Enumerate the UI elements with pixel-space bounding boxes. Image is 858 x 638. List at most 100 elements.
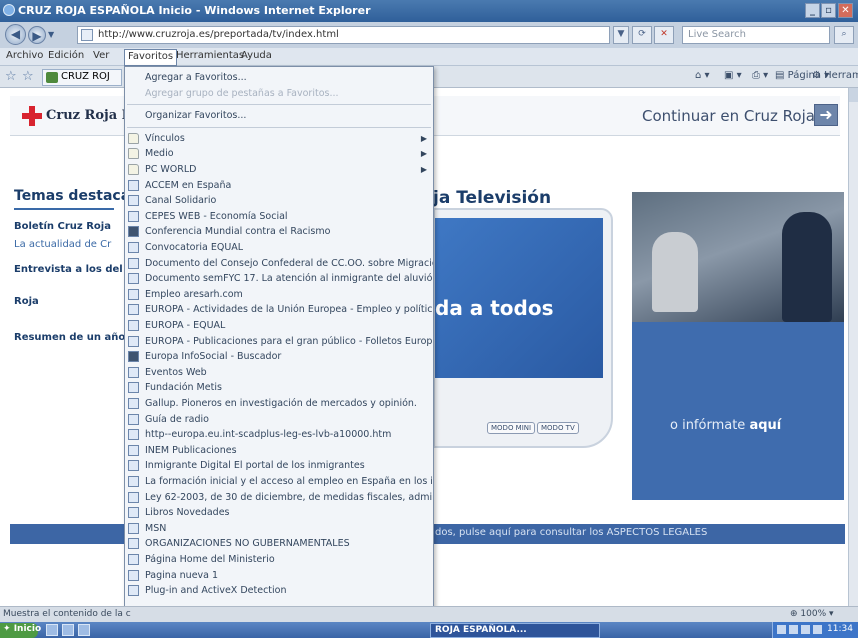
favorites-menu-item[interactable]: Pagina nueva 1 — [125, 568, 433, 583]
tray-icon[interactable] — [777, 625, 786, 634]
favorites-menu-item[interactable]: Empleo aresarh.com — [125, 287, 433, 302]
continuar-link[interactable]: Continuar en Cruz Roja — [642, 107, 815, 125]
favorites-menu-item[interactable]: Agregar a Favoritos... — [125, 70, 433, 85]
ie-page-icon — [128, 460, 139, 472]
menu-favoritos[interactable]: Favoritos — [124, 49, 178, 66]
favorites-menu-item[interactable]: ORGANIZACIONES NO GUBERNAMENTALES — [125, 536, 433, 551]
browser-tab[interactable]: CRUZ ROJ — [42, 69, 122, 86]
modo-mini-button[interactable]: MODO MINI — [487, 422, 536, 434]
menu-edicion[interactable]: Edición — [45, 50, 87, 61]
address-dropdown-button[interactable]: ▼ — [613, 26, 629, 44]
taskbar-ie-window[interactable]: ROJA ESPAÑOLA... — [430, 623, 600, 638]
quicklaunch-icon[interactable] — [62, 624, 74, 636]
favorites-menu-item[interactable]: ACCEM en España — [125, 178, 433, 193]
submenu-arrow-icon: ▶ — [420, 165, 427, 174]
tools-menu[interactable]: ⚙ Herramientas — [812, 70, 858, 81]
favorites-menu-item[interactable]: CEPES WEB - Economía Social — [125, 209, 433, 224]
address-url[interactable]: http://www.cruzroja.es/preportada/tv/ind… — [98, 29, 339, 40]
favorites-menu-item[interactable]: Europa InfoSocial - Buscador — [125, 349, 433, 364]
search-icon[interactable]: ⌕ — [834, 26, 854, 44]
link-resumen[interactable]: Resumen de un año — [14, 332, 125, 343]
link-actualidad[interactable]: La actualidad de Cr — [14, 239, 111, 250]
feeds-icon[interactable]: ▣ ▾ — [724, 70, 742, 81]
scroll-up-icon[interactable] — [849, 88, 858, 102]
link-entrevista[interactable]: Entrevista a los del — [14, 264, 123, 275]
tv-player[interactable]: da a todos MODO MINI MODO TV — [433, 208, 613, 448]
favorites-menu-item-label: Vínculos — [145, 132, 185, 144]
favorites-menu-item-label: Página Home del Ministerio — [145, 554, 275, 565]
favorites-menu-item[interactable]: La formación inicial y el acceso al empl… — [125, 474, 433, 489]
tray-icon[interactable] — [789, 625, 798, 634]
favorites-menu-item[interactable]: Eventos Web — [125, 365, 433, 380]
favorites-menu-item[interactable]: Documento semFYC 17. La atención al inmi… — [125, 271, 433, 286]
quicklaunch-icon[interactable] — [78, 624, 90, 636]
minimize-button[interactable]: _ — [805, 3, 820, 18]
menu-ayuda[interactable]: Ayuda — [238, 50, 275, 61]
menu-ver[interactable]: Ver — [90, 50, 112, 61]
print-icon[interactable]: ⎙ ▾ — [752, 70, 768, 81]
favorites-menu-item[interactable]: Medio ▶ — [125, 146, 433, 161]
menu-archivo[interactable]: Archivo — [3, 50, 46, 61]
maximize-button[interactable]: ▫ — [821, 3, 836, 18]
history-dropdown-icon[interactable]: ▼ — [48, 30, 54, 39]
zoom-level[interactable]: ⊕ 100% ▾ — [790, 609, 834, 619]
favorites-menu-item-label: Canal Solidario — [145, 195, 217, 207]
informate-panel[interactable]: o infórmate aquí — [632, 322, 844, 500]
favorites-menu-item[interactable]: Organizar Favoritos... — [125, 108, 433, 123]
red-cross-logo-icon[interactable] — [22, 106, 42, 126]
quicklaunch-icon[interactable] — [46, 624, 58, 636]
folder-icon — [128, 148, 139, 160]
close-button[interactable]: ✕ — [838, 3, 853, 18]
favorites-menu-item[interactable]: Conferencia Mundial contra el Racismo — [125, 224, 433, 239]
favorites-menu-item[interactable]: INEM Publicaciones — [125, 443, 433, 458]
tray-icon[interactable] — [813, 625, 822, 634]
modo-tv-button[interactable]: MODO TV — [537, 422, 579, 434]
back-button[interactable]: ◀ — [5, 24, 26, 45]
forward-button[interactable]: ▶ — [28, 26, 46, 44]
add-favorites-icon[interactable]: ☆ — [22, 69, 34, 84]
link-roja[interactable]: Roja — [14, 296, 39, 307]
refresh-icon[interactable]: ⟳ — [632, 26, 652, 44]
favorites-menu-item[interactable]: Guía de radio — [125, 412, 433, 427]
ie-page-icon — [128, 195, 139, 207]
search-input[interactable]: Live Search — [682, 26, 830, 44]
favorites-menu-item[interactable]: Convocatoria EQUAL — [125, 240, 433, 255]
informate-link[interactable]: aquí — [749, 418, 781, 433]
home-icon[interactable]: ⌂ ▾ — [695, 70, 710, 81]
favorites-menu-item[interactable]: http--europa.eu.int-scadplus-leg-es-lvb-… — [125, 427, 433, 442]
ie-page-icon — [128, 242, 139, 253]
ie-page-icon — [128, 382, 139, 394]
favorites-menu-item[interactable]: MSN — [125, 521, 433, 536]
favorites-menu-item[interactable]: Documento del Consejo Confederal de CC.O… — [125, 256, 433, 271]
favorites-menu-item[interactable]: Canal Solidario — [125, 193, 433, 208]
favorites-menu-item[interactable]: EUROPA - Actividades de la Unión Europea… — [125, 302, 433, 317]
favorites-menu-item-label: Fundación Metis — [145, 382, 222, 394]
vertical-scrollbar[interactable] — [848, 88, 858, 623]
arrow-right-icon[interactable]: ➜ — [814, 104, 838, 126]
favorites-menu-item[interactable]: Fundación Metis — [125, 380, 433, 395]
tv-screen[interactable]: da a todos — [435, 218, 603, 378]
link-boletin[interactable]: Boletín Cruz Roja — [14, 221, 111, 232]
tab-label: CRUZ ROJ — [61, 71, 110, 82]
menu-bar: Archivo Edición Ver Favoritos Herramient… — [0, 48, 858, 66]
informate-text[interactable]: o infórmate aquí — [670, 418, 781, 433]
favorites-menu-item[interactable]: Plug-in and ActiveX Detection — [125, 583, 433, 598]
favorites-menu-item[interactable]: Libros Novedades — [125, 505, 433, 520]
favorites-star-icon[interactable]: ☆ — [5, 69, 17, 84]
favorites-menu-item[interactable]: Ley 62-2003, de 30 de diciembre, de medi… — [125, 490, 433, 505]
favorites-menu-item[interactable]: Página Home del Ministerio — [125, 552, 433, 567]
favorites-menu-item-label: Medio — [145, 148, 174, 160]
favorites-menu-item[interactable]: Gallup. Pioneros en investigación de mer… — [125, 396, 433, 411]
address-bar[interactable]: http://www.cruzroja.es/preportada/tv/ind… — [77, 26, 610, 44]
start-button[interactable]: ✦ Inicio — [0, 623, 41, 638]
favorites-menu-item[interactable]: EUROPA - Publicaciones para el gran públ… — [125, 334, 433, 349]
stop-icon[interactable]: ✕ — [654, 26, 674, 44]
menu-herramientas[interactable]: Herramientas — [173, 50, 247, 61]
favorites-menu-item[interactable]: Inmigrante Digital El portal de los inmi… — [125, 458, 433, 473]
tray-icon[interactable] — [801, 625, 810, 634]
address-toolbar: ◀ ▶ ▼ http://www.cruzroja.es/preportada/… — [0, 22, 858, 48]
favorites-menu-item[interactable]: EUROPA - EQUAL — [125, 318, 433, 333]
favorites-menu-item[interactable]: PC WORLD ▶ — [125, 162, 433, 177]
ie-page-icon — [128, 273, 139, 285]
favorites-menu-item[interactable]: Vínculos ▶ — [125, 131, 433, 146]
